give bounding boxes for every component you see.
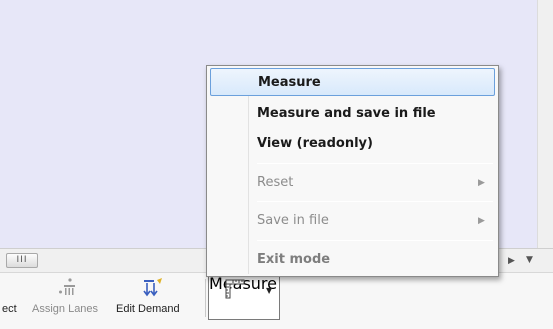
menu-item-measure-and-save[interactable]: Measure and save in file: [210, 100, 495, 128]
scrollbar-thumb[interactable]: III: [6, 253, 38, 268]
demand-icon: [143, 278, 162, 297]
menu-item-save-in-file[interactable]: Save in file ▶: [210, 207, 495, 235]
menu-item-reset[interactable]: Reset ▶: [210, 169, 495, 197]
edit-demand-button[interactable]: Edit Demand: [114, 273, 196, 321]
menu-item-measure[interactable]: Measure: [210, 68, 495, 96]
toolbar-label: Assign Lanes: [32, 303, 99, 315]
menu-item-label: Exit mode: [257, 252, 331, 267]
measure-dropdown-button[interactable]: ▼ Measure: [208, 273, 280, 320]
menu-item-label: Measure: [258, 75, 321, 90]
menu-item-view-readonly[interactable]: View (readonly): [210, 130, 495, 158]
submenu-arrow-icon: ▶: [478, 178, 485, 188]
menu-item-exit-mode[interactable]: Exit mode: [210, 246, 495, 274]
toolbar-label: ect: [2, 303, 17, 315]
assign-lanes-button[interactable]: Assign Lanes: [30, 273, 106, 321]
toolbar-button-select[interactable]: ect: [0, 273, 30, 321]
menu-separator: [257, 163, 493, 164]
measure-dropdown-menu: Measure Measure and save in file View (r…: [206, 65, 499, 277]
menu-separator: [257, 201, 493, 202]
ruler-icon: [225, 279, 245, 299]
vertical-scrollbar[interactable]: [537, 0, 553, 248]
chevron-down-icon: ▼: [266, 286, 273, 295]
menu-item-label: Save in file: [257, 213, 329, 228]
menu-item-label: Measure and save in file: [257, 106, 436, 121]
menu-item-label: View (readonly): [257, 136, 373, 151]
submenu-arrow-icon: ▶: [478, 216, 485, 226]
menu-item-label: Reset: [257, 175, 294, 190]
scroll-down-arrow-icon[interactable]: ▼: [526, 255, 533, 265]
toolbar-label: Edit Demand: [116, 303, 180, 315]
menu-separator: [257, 240, 493, 241]
bottom-toolbar: ect Assign Lanes Edit Demand ▼ Measure: [0, 272, 553, 329]
toolbar-separator: [205, 279, 206, 317]
lanes-icon: [59, 278, 75, 295]
scroll-right-arrow-icon[interactable]: ▶: [508, 256, 515, 266]
